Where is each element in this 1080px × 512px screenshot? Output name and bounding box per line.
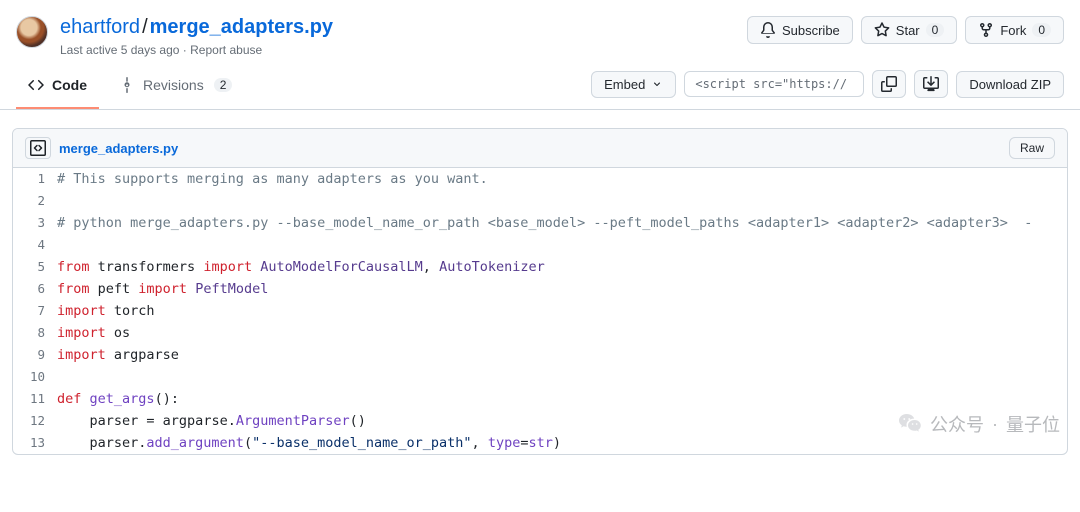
line-number[interactable]: 6	[13, 278, 57, 300]
gist-title: ehartford/merge_adapters.py	[60, 16, 333, 39]
tab-code[interactable]: Code	[16, 69, 99, 109]
star-button[interactable]: Star 0	[861, 16, 958, 44]
line-number[interactable]: 11	[13, 388, 57, 410]
subtitle: Last active 5 days ago · Report abuse	[60, 43, 333, 57]
revisions-icon	[119, 77, 135, 93]
fork-icon	[978, 22, 994, 38]
line-number[interactable]: 10	[13, 366, 57, 388]
revisions-count: 2	[214, 78, 233, 92]
code-line: import torch	[57, 300, 1067, 322]
line-number[interactable]: 13	[13, 432, 57, 454]
bell-icon	[760, 22, 776, 38]
line-number[interactable]: 4	[13, 234, 57, 256]
download-zip-button[interactable]: Download ZIP	[956, 71, 1064, 98]
title-separator: /	[140, 16, 150, 38]
filename-link[interactable]: merge_adapters.py	[150, 16, 333, 38]
desktop-download-icon	[923, 76, 939, 92]
line-number[interactable]: 8	[13, 322, 57, 344]
code-line	[57, 190, 1067, 212]
code-line: parser = argparse.ArgumentParser()	[57, 410, 1067, 432]
copy-icon	[881, 76, 897, 92]
avatar[interactable]	[16, 16, 48, 48]
line-number[interactable]: 7	[13, 300, 57, 322]
code-line	[57, 234, 1067, 256]
code-line: def get_args():	[57, 388, 1067, 410]
code-line: import os	[57, 322, 1067, 344]
report-abuse-link[interactable]: Report abuse	[190, 43, 262, 57]
line-number[interactable]: 2	[13, 190, 57, 212]
code-line: # python merge_adapters.py --base_model_…	[57, 212, 1067, 234]
raw-button[interactable]: Raw	[1009, 137, 1055, 159]
code-line	[57, 366, 1067, 388]
line-number[interactable]: 12	[13, 410, 57, 432]
fork-count: 0	[1032, 23, 1051, 37]
code-block: 1# This supports merging as many adapter…	[13, 168, 1067, 454]
line-number[interactable]: 9	[13, 344, 57, 366]
embed-dropdown[interactable]: Embed	[591, 71, 676, 98]
subscribe-button[interactable]: Subscribe	[747, 16, 853, 44]
code-line: import argparse	[57, 344, 1067, 366]
star-count: 0	[926, 23, 945, 37]
line-number[interactable]: 5	[13, 256, 57, 278]
code-line: # This supports merging as many adapters…	[57, 168, 1067, 190]
file-name-link[interactable]: merge_adapters.py	[59, 141, 178, 156]
embed-script-field[interactable]: <script src="https://	[684, 71, 864, 97]
code-icon	[28, 77, 44, 93]
line-number[interactable]: 3	[13, 212, 57, 234]
code-line: from peft import PeftModel	[57, 278, 1067, 300]
copy-button[interactable]	[872, 70, 906, 98]
star-icon	[874, 22, 890, 38]
desktop-download-button[interactable]	[914, 70, 948, 98]
line-number[interactable]: 1	[13, 168, 57, 190]
tab-revisions[interactable]: Revisions 2	[107, 69, 244, 109]
owner-link[interactable]: ehartford	[60, 16, 140, 38]
chevron-down-icon	[651, 78, 663, 90]
code-square-icon	[25, 137, 51, 159]
fork-button[interactable]: Fork 0	[965, 16, 1064, 44]
code-line: parser.add_argument("--base_model_name_o…	[57, 432, 1067, 454]
code-line: from transformers import AutoModelForCau…	[57, 256, 1067, 278]
